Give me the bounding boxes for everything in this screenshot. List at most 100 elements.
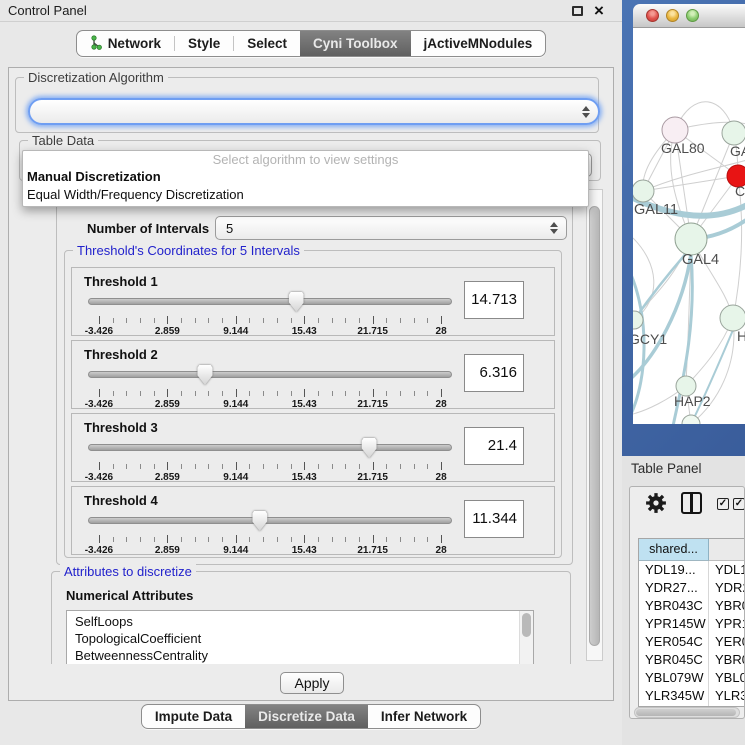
threshold-value-field[interactable]: 11.344 xyxy=(464,500,524,538)
network-node-gal11[interactable] xyxy=(633,180,654,202)
tab-cyni-toolbox[interactable]: Cyni Toolbox xyxy=(300,31,411,56)
gear-icon[interactable] xyxy=(645,492,667,514)
close-icon[interactable]: × xyxy=(594,0,604,22)
float-icon[interactable] xyxy=(572,6,583,16)
algorithm-combobox[interactable] xyxy=(28,98,600,125)
algorithm-option-equal-width[interactable]: Equal Width/Frequency Discretization xyxy=(23,186,588,204)
slider-tick-labels: -3.4262.8599.14415.4321.71528 xyxy=(88,545,452,557)
slider-thumb[interactable] xyxy=(197,365,212,385)
table-row[interactable]: YBR043CYBR04 xyxy=(639,597,744,615)
bottom-tab-bar: Impute Data Discretize DataInfer Network xyxy=(0,704,622,729)
cell-shared-name[interactable]: YBR045C xyxy=(639,651,709,669)
tab-impute-data[interactable]: Impute Data xyxy=(142,705,245,728)
cell-name[interactable]: YBR04 xyxy=(709,597,744,615)
cell-shared-name[interactable]: YPR145W xyxy=(639,615,709,633)
interval-definition-group: Interval Definition Number of Intervals … xyxy=(56,193,573,565)
column-header-name[interactable]: na xyxy=(709,539,744,561)
slider-thumb[interactable] xyxy=(289,292,304,312)
attribute-list-item[interactable]: BetweennessCentrality xyxy=(75,647,533,664)
table-row[interactable]: YDL19...YDL19 xyxy=(639,561,744,579)
cell-name[interactable]: YER05 xyxy=(709,633,744,651)
attribute-list-item[interactable]: SelfLoops xyxy=(75,613,533,630)
apply-button[interactable]: Apply xyxy=(280,672,344,694)
table-row[interactable]: YPR145WYPR14 xyxy=(639,615,744,633)
table-data-legend: Table Data xyxy=(28,133,98,148)
tab-infer-network[interactable]: Infer Network xyxy=(368,705,480,728)
network-node-gal4[interactable] xyxy=(675,223,707,255)
tab-discretize-data[interactable]: Discretize Data xyxy=(245,705,368,728)
threshold-slider[interactable]: -3.4262.8599.14415.4321.71528 xyxy=(88,438,452,480)
number-of-intervals-combobox[interactable]: 5 xyxy=(215,216,567,240)
columns-icon[interactable] xyxy=(681,492,702,514)
cell-name[interactable]: YDR27 xyxy=(709,579,744,597)
zoom-traffic-light[interactable] xyxy=(686,9,699,22)
cell-shared-name[interactable]: YER054C xyxy=(639,633,709,651)
network-canvas[interactable]: GAL80GACGAL11GAL4GCY1HHAP2 xyxy=(633,28,745,424)
attribute-list-item[interactable]: TopologicalCoefficient xyxy=(75,630,533,647)
cell-name[interactable]: YBR04 xyxy=(709,651,744,669)
threshold-slider[interactable]: -3.4262.8599.14415.4321.71528 xyxy=(88,292,452,334)
cell-shared-name[interactable]: YDR27... xyxy=(639,579,709,597)
slider-track[interactable] xyxy=(88,444,452,451)
slider-track[interactable] xyxy=(88,517,452,524)
tab-label: Impute Data xyxy=(155,709,232,724)
slider-thumb[interactable] xyxy=(362,438,377,458)
cell-name[interactable]: YLR34 xyxy=(709,687,744,705)
network-node[interactable] xyxy=(682,415,700,424)
column-header-shared-name[interactable]: shared... xyxy=(639,539,709,561)
cell-name[interactable]: YDL19 xyxy=(709,561,744,579)
tab-network[interactable]: Network xyxy=(77,31,174,56)
combo-arrows-icon xyxy=(550,222,558,234)
slider-ticks xyxy=(88,462,452,471)
network-window-titlebar[interactable] xyxy=(633,4,745,28)
network-edge[interactable] xyxy=(643,176,738,191)
cell-name[interactable]: YPR14 xyxy=(709,615,744,633)
attributes-list-scrollbar[interactable] xyxy=(519,611,533,664)
cell-shared-name[interactable]: YLR345W xyxy=(639,687,709,705)
slider-tick-labels: -3.4262.8599.14415.4321.71528 xyxy=(88,399,452,411)
tab-jactivemnodules[interactable]: jActiveMNodules xyxy=(411,31,546,56)
slider-thumb[interactable] xyxy=(252,511,267,531)
table-header-row: shared... na xyxy=(639,539,744,561)
algorithm-option-manual[interactable]: Manual Discretization xyxy=(23,168,588,186)
number-of-intervals-value: 5 xyxy=(226,221,233,236)
tab-label: jActiveMNodules xyxy=(424,36,533,51)
network-edge[interactable] xyxy=(691,330,733,424)
threshold-slider[interactable]: -3.4262.8599.14415.4321.71528 xyxy=(88,511,452,553)
scrollbar-thumb[interactable] xyxy=(589,206,600,646)
threshold-value-field[interactable]: 14.713 xyxy=(464,281,524,319)
checkbox-checked-icon[interactable]: ✓ xyxy=(733,498,745,510)
table-row[interactable]: YBL079WYBL07 xyxy=(639,669,744,687)
numerical-attributes-list[interactable]: SelfLoopsTopologicalCoefficientBetweenne… xyxy=(66,610,534,664)
node-label: GCY1 xyxy=(633,331,667,347)
table-row[interactable]: YLR345WYLR34 xyxy=(639,687,744,705)
slider-tick-labels: -3.4262.8599.14415.4321.71528 xyxy=(88,326,452,338)
discretization-algorithm-legend: Discretization Algorithm xyxy=(24,70,168,85)
tab-select[interactable]: Select xyxy=(234,31,300,56)
cell-shared-name[interactable]: YBR043C xyxy=(639,597,709,615)
panel-title: Control Panel xyxy=(8,3,87,18)
cell-shared-name[interactable]: YDL19... xyxy=(639,561,709,579)
table-row[interactable]: YER054CYER05 xyxy=(639,633,744,651)
slider-track[interactable] xyxy=(88,371,452,378)
tab-style[interactable]: Style xyxy=(175,31,233,56)
cell-name[interactable]: YBL07 xyxy=(709,669,744,687)
slider-track[interactable] xyxy=(88,298,452,305)
threshold-slider[interactable]: -3.4262.8599.14415.4321.71528 xyxy=(88,365,452,407)
network-node-ga[interactable] xyxy=(722,121,745,145)
threshold-panel: Threshold 4-3.4262.8599.14415.4321.71528… xyxy=(71,486,555,555)
table-row[interactable]: YDR27...YDR27 xyxy=(639,579,744,597)
slider-ticks xyxy=(88,389,452,398)
threshold-value-field[interactable]: 6.316 xyxy=(464,354,524,392)
table-panel-title: Table Panel xyxy=(631,461,702,476)
minimize-traffic-light[interactable] xyxy=(666,9,679,22)
checkbox-checked-icon[interactable]: ✓ xyxy=(717,498,729,510)
algorithm-dropdown-popup: Select algorithm to view settings Manual… xyxy=(22,150,589,207)
table-horizontal-scrollbar[interactable] xyxy=(634,707,740,718)
node-label: H xyxy=(737,328,745,344)
threshold-value-field[interactable]: 21.4 xyxy=(464,427,524,465)
cell-shared-name[interactable]: YBL079W xyxy=(639,669,709,687)
table-row[interactable]: YBR045CYBR04 xyxy=(639,651,744,669)
main-vertical-scrollbar[interactable] xyxy=(586,189,603,661)
close-traffic-light[interactable] xyxy=(646,9,659,22)
